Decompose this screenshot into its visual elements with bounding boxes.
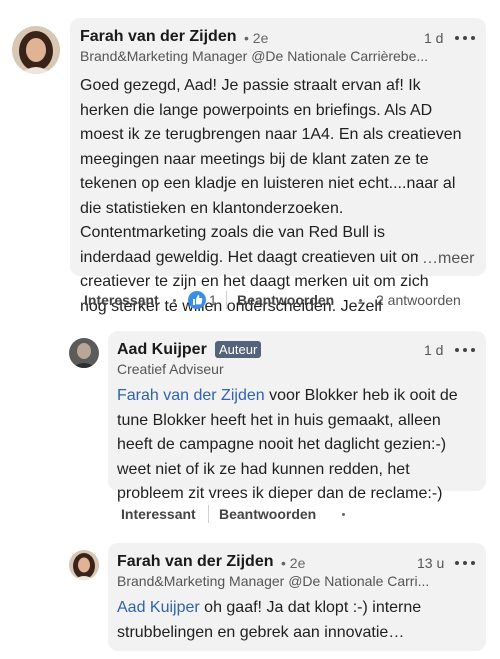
mention-link[interactable]: Aad Kuijper xyxy=(117,599,200,616)
comment-text: Farah van der Zijden voor Blokker heb ik… xyxy=(117,384,483,507)
comment-line: meegingen naar meetings bij de klant zat… xyxy=(80,150,429,168)
comment-line: weet niet of ik ze had kunnen redden, he… xyxy=(117,460,410,478)
comment-line: Goed gezegd, Aad! Je passie straalt erva… xyxy=(80,77,421,94)
like-button[interactable]: Interessant xyxy=(84,292,159,308)
commenter-headline: Brand&Marketing Manager @De Nationale Ca… xyxy=(80,48,429,64)
comment-line: die statistieken en klantonderzoeken. xyxy=(80,199,344,217)
like-button[interactable]: Interessant xyxy=(121,506,196,522)
comment-line: strubbelingen en gebrek aan innovatie… xyxy=(117,623,405,641)
comment-line: tekenen op een kladje en luisteren niet … xyxy=(80,175,456,192)
comment-line: tune Blokker heeft het in huis gemaakt, … xyxy=(117,411,441,429)
comment-text: Goed gezegd, Aad! Je passie straalt erva… xyxy=(80,74,482,319)
see-more-link[interactable]: …meer xyxy=(418,250,475,268)
comment-time: 1 d xyxy=(424,342,444,358)
comment-line: Contentmarketing zoals die van Red Bull … xyxy=(80,224,386,241)
commenter-headline: Brand&Marketing Manager @De Nationale Ca… xyxy=(117,573,430,589)
reaction-count[interactable]: 1 xyxy=(209,292,217,308)
reply-button[interactable]: Beantwoorden xyxy=(219,506,316,522)
thumbs-up-icon[interactable] xyxy=(188,291,206,309)
comment-time: 13 u xyxy=(417,555,445,571)
more-icon[interactable] xyxy=(455,35,475,41)
more-icon[interactable] xyxy=(455,347,475,353)
commenter-name[interactable]: Farah van der Zijden xyxy=(117,553,273,571)
separator-dot xyxy=(342,513,345,516)
separator-dot xyxy=(173,299,176,302)
comment-line: herken die lange powerpoints en briefing… xyxy=(80,101,433,119)
separator-dot xyxy=(359,299,362,302)
comment-line: heeft de campagne nooit het daglicht gez… xyxy=(117,436,447,453)
more-icon[interactable] xyxy=(455,560,475,566)
comment-line: creatiever te zijn en het daagt merken u… xyxy=(80,273,429,290)
comment-line: Farah van der Zijden voor Blokker heb ik… xyxy=(117,384,483,409)
connection-degree: • 2e xyxy=(281,555,306,571)
comment-time: 1 d xyxy=(424,30,444,46)
mention-link[interactable]: Farah van der Zijden xyxy=(117,387,265,404)
action-divider xyxy=(208,505,209,523)
comment-text: Aad Kuijper oh gaaf! Ja dat klopt :-) in… xyxy=(117,596,483,645)
commenter-headline: Creatief Adviseur xyxy=(117,361,224,377)
author-badge: Auteur xyxy=(215,341,262,358)
comment-line: Aad Kuijper oh gaaf! Ja dat klopt :-) in… xyxy=(117,596,483,621)
commenter-name[interactable]: Aad Kuijper xyxy=(117,341,207,359)
replies-count-link[interactable]: 2 antwoorden xyxy=(376,292,461,308)
commenter-name[interactable]: Farah van der Zijden xyxy=(80,28,236,46)
comment-text-rest: oh gaaf! Ja dat klopt :-) interne xyxy=(199,599,422,616)
action-divider xyxy=(226,291,227,309)
connection-degree: • 2e xyxy=(244,30,269,46)
avatar[interactable] xyxy=(69,550,99,580)
comment-line: probleem zit vrees ik dieper dan de recl… xyxy=(117,485,443,502)
avatar[interactable] xyxy=(12,26,60,74)
comment-text-rest: voor Blokker heb ik ooit de xyxy=(264,387,458,404)
avatar[interactable] xyxy=(69,338,99,368)
comment-line: moest ik ze terugbrengen naar 1A4. En al… xyxy=(80,126,462,143)
reply-button[interactable]: Beantwoorden xyxy=(237,292,334,308)
